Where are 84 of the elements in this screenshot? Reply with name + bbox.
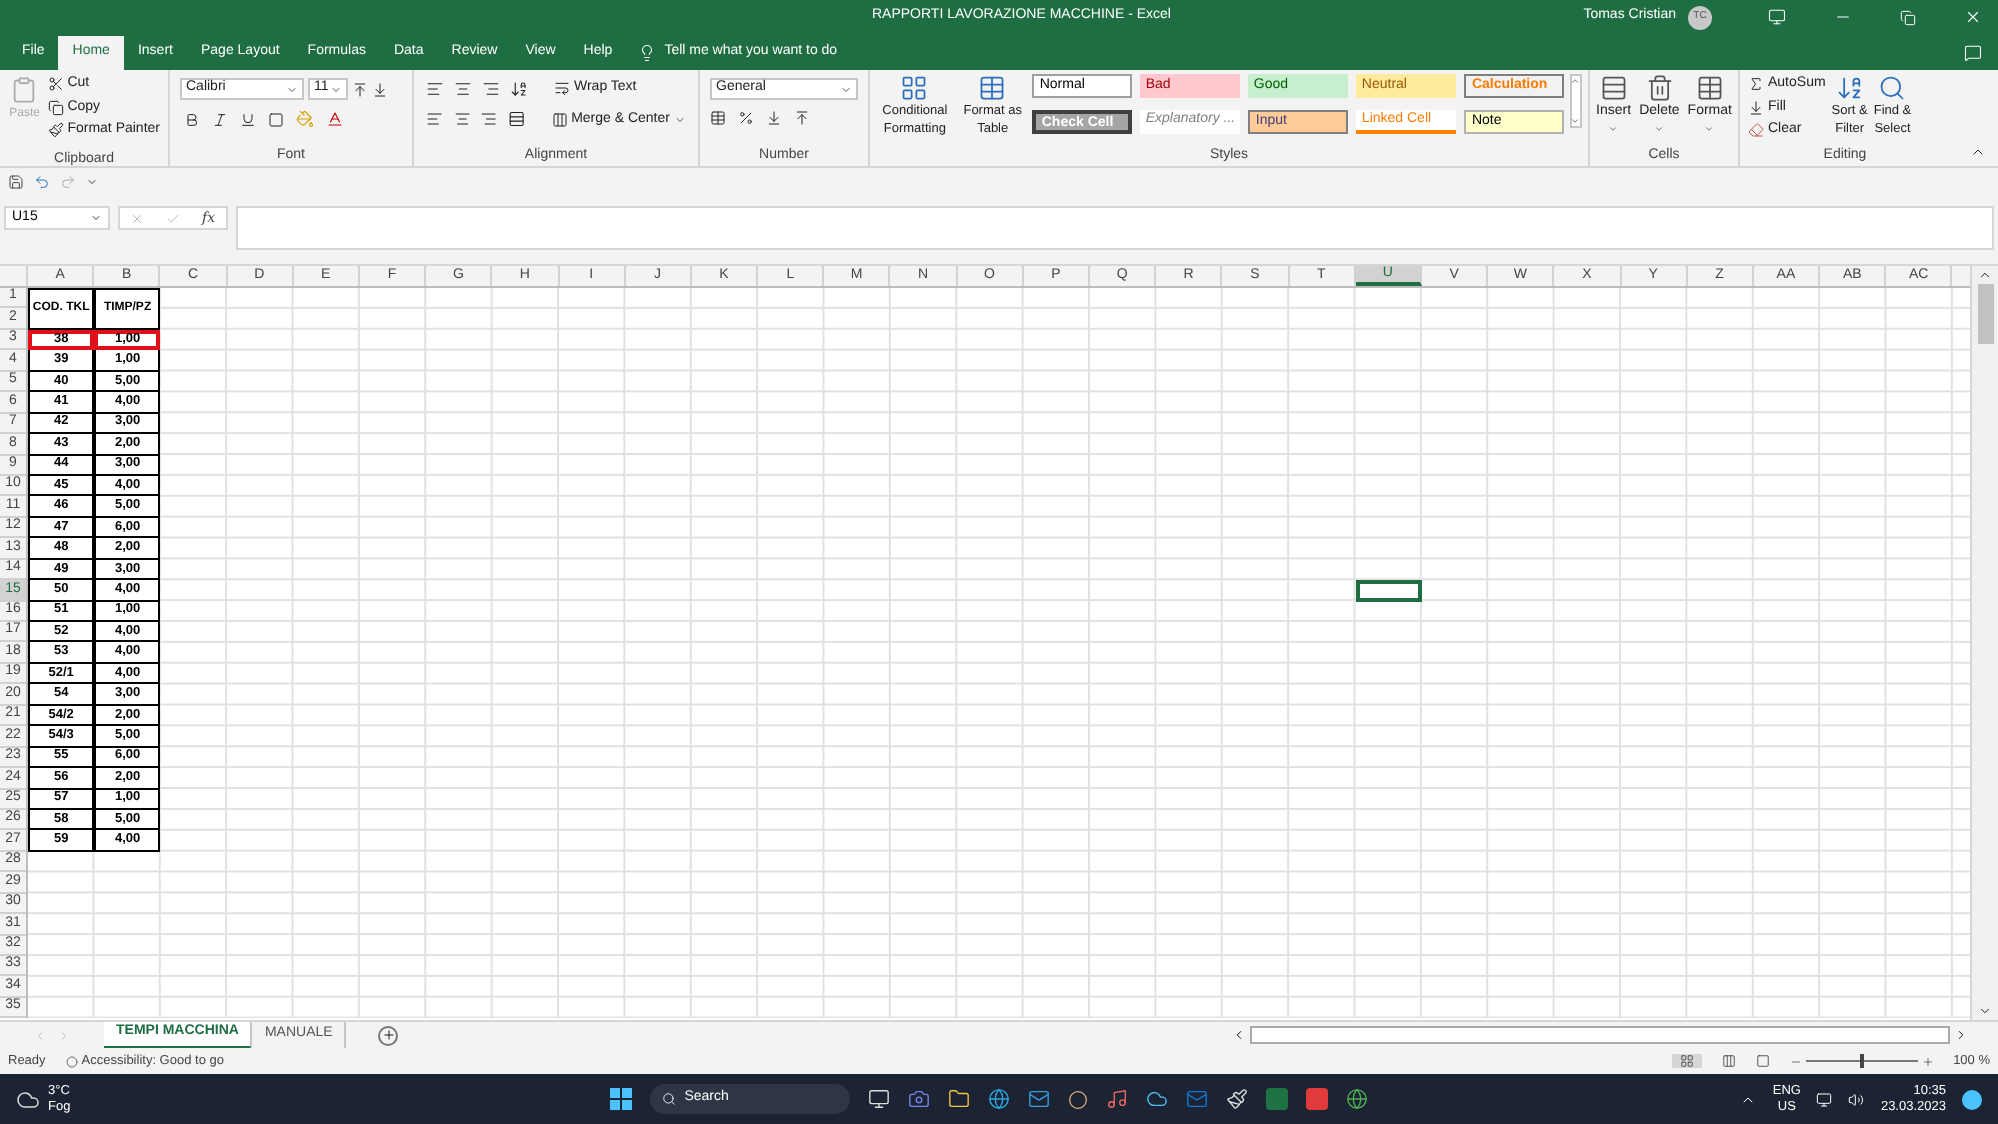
- selected-cell[interactable]: [1355, 580, 1422, 602]
- add-sheet-button[interactable]: [378, 1025, 399, 1045]
- cancel-icon: [130, 211, 145, 225]
- close-icon: [1964, 8, 1982, 26]
- bold-icon: [184, 111, 200, 127]
- monitor-icon: [868, 1088, 891, 1110]
- normal-view-button[interactable]: [1671, 1054, 1702, 1068]
- align-center-icon: [453, 110, 471, 129]
- globe-icon: [1346, 1088, 1369, 1110]
- fill-color-icon: [296, 110, 314, 128]
- fill-down-icon: [1748, 99, 1764, 116]
- copy-icon: [47, 99, 64, 116]
- align-bottom-icon: [482, 79, 500, 98]
- spreadsheet-icon[interactable]: [1266, 1088, 1289, 1110]
- volume-icon: [1848, 1091, 1865, 1107]
- scrollbar-thumb[interactable]: [1977, 283, 1993, 343]
- app-icon[interactable]: [1306, 1088, 1329, 1110]
- monitor-icon: [1816, 1091, 1833, 1107]
- paintbrush-icon: [47, 122, 64, 139]
- cloud-icon: [1146, 1088, 1169, 1110]
- chevron-down-icon: [1704, 123, 1715, 133]
- chevron-down-icon: [90, 212, 102, 224]
- scissors-icon: [47, 76, 64, 93]
- conditional-formatting-icon: [900, 74, 929, 102]
- check-icon: [166, 211, 181, 225]
- chevron-right-icon: [58, 1029, 70, 1041]
- align-top-icon: [426, 79, 444, 98]
- chevron-up-icon: [1570, 76, 1581, 86]
- chevron-down-icon: [1654, 123, 1665, 133]
- chevron-down-icon: [86, 175, 98, 187]
- circle-icon: [1068, 1089, 1089, 1109]
- chevron-down-icon: [1608, 123, 1619, 133]
- sigma-icon: [1748, 76, 1764, 93]
- undo-icon: [34, 173, 50, 189]
- mail-icon: [1186, 1088, 1209, 1110]
- chevron-down-icon: [330, 83, 342, 95]
- scroll-right-icon: [1954, 1028, 1968, 1042]
- clipboard-icon: [10, 74, 39, 106]
- cloud-icon: [16, 1087, 40, 1111]
- camera-icon: [908, 1088, 931, 1110]
- align-middle-icon: [454, 79, 472, 98]
- save-icon: [8, 173, 24, 189]
- eraser-icon: [1748, 122, 1764, 139]
- plus-icon: [381, 1028, 396, 1042]
- wrap-text-icon: [554, 80, 570, 97]
- start-icon[interactable]: [610, 1088, 633, 1110]
- minus-icon: [1789, 1055, 1802, 1067]
- notification-icon[interactable]: [1962, 1089, 1982, 1109]
- chevron-down-icon: [1570, 116, 1581, 126]
- chevron-down-icon: [286, 83, 298, 95]
- restore-icon: [1900, 9, 1916, 25]
- chevron-down-icon: [840, 83, 852, 95]
- align-left-icon: [426, 110, 444, 129]
- chevron-left-icon: [34, 1029, 46, 1041]
- globe-icon: [988, 1088, 1011, 1110]
- chevron-up-icon: [1978, 268, 1992, 282]
- horizontal-scrollbar[interactable]: [1250, 1026, 1950, 1044]
- zoom-thumb[interactable]: [1859, 1054, 1864, 1068]
- borders-icon: [268, 111, 284, 127]
- chevron-down-icon: [1978, 1004, 1992, 1018]
- search-icon: [1878, 74, 1907, 102]
- collapse-icon: [1970, 144, 1986, 160]
- folder-icon: [948, 1088, 971, 1110]
- mail-icon: [1028, 1088, 1051, 1110]
- music-icon: [1106, 1088, 1129, 1110]
- paintbrush-icon: [1226, 1088, 1249, 1110]
- formula-field[interactable]: [236, 206, 1994, 250]
- percent-icon: [738, 110, 754, 126]
- zoom-slider[interactable]: [1789, 1055, 1934, 1067]
- sort-icon: [1835, 74, 1864, 102]
- align-right-icon: [480, 110, 498, 129]
- plus-icon: [1921, 1055, 1934, 1067]
- font-color-icon: [326, 110, 344, 128]
- vertical-scrollbar[interactable]: [1970, 266, 1998, 1020]
- italic-icon: [212, 111, 228, 127]
- chevron-down-icon: [673, 113, 686, 126]
- grid-icon: [1679, 1054, 1694, 1068]
- search-icon: [662, 1092, 677, 1106]
- scroll-left-icon: [1232, 1028, 1246, 1042]
- underline-icon: [240, 111, 256, 127]
- ribbon-display-icon: [1768, 8, 1786, 26]
- table-icon: [978, 74, 1007, 102]
- redo-icon: [60, 173, 76, 189]
- comment-icon: [1964, 44, 1982, 62]
